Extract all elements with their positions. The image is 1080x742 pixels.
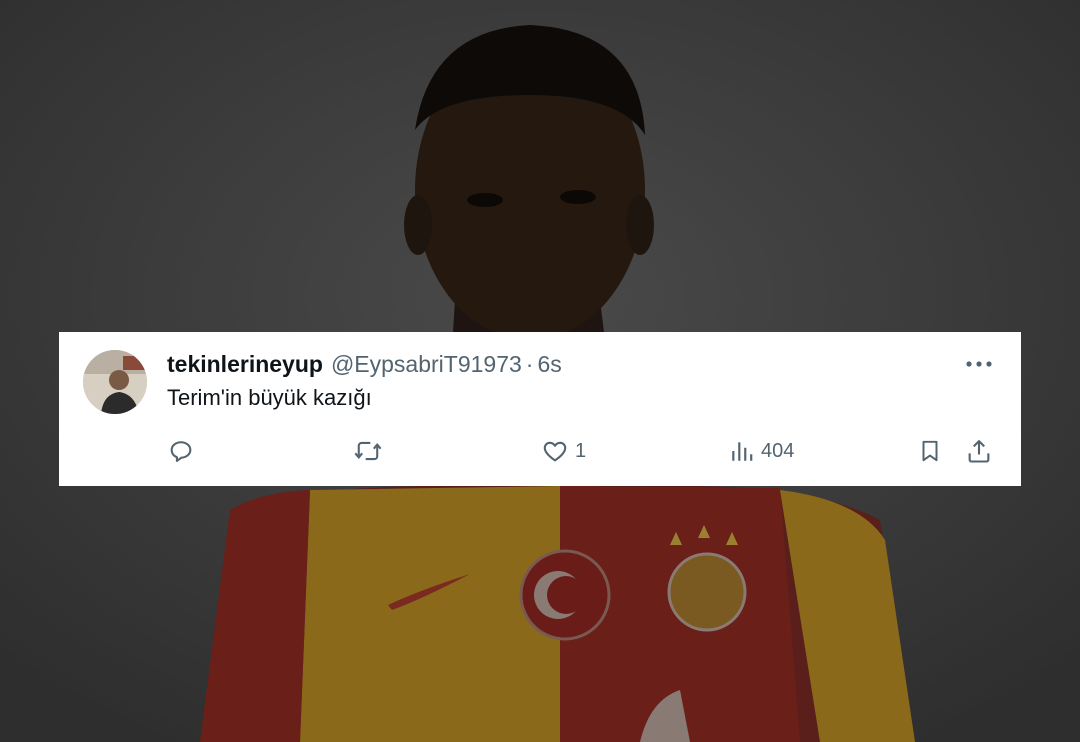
views-button[interactable]: 404 bbox=[729, 436, 794, 466]
retweet-icon bbox=[354, 441, 382, 461]
tweet-header: tekinlerineyup @EypsabriT91973 · 6s bbox=[167, 350, 562, 378]
share-button[interactable] bbox=[965, 436, 993, 466]
tweet-actions: 1 404 bbox=[59, 436, 1021, 466]
reply-icon bbox=[170, 441, 192, 462]
views-icon bbox=[732, 442, 753, 461]
user-handle[interactable]: @EypsabriT91973 bbox=[331, 350, 522, 378]
tweet-card[interactable]: tekinlerineyup @EypsabriT91973 · 6s Teri… bbox=[59, 332, 1021, 486]
more-options-button[interactable] bbox=[963, 352, 995, 376]
bookmark-icon bbox=[922, 440, 938, 462]
separator-dot: · bbox=[525, 351, 534, 377]
heart-icon bbox=[543, 441, 567, 462]
avatar[interactable] bbox=[83, 350, 147, 414]
avatar-image bbox=[83, 350, 147, 414]
bookmark-button[interactable] bbox=[917, 436, 943, 466]
screenshot-stage: tekinlerineyup @EypsabriT91973 · 6s Teri… bbox=[0, 0, 1080, 742]
views-count: 404 bbox=[761, 439, 795, 462]
reply-button[interactable] bbox=[167, 436, 201, 466]
more-icon bbox=[966, 361, 992, 367]
tweet-text: Terim'in büyük kazığı bbox=[167, 385, 372, 410]
like-button[interactable]: 1 bbox=[541, 436, 586, 466]
retweet-button[interactable] bbox=[353, 436, 389, 466]
share-icon bbox=[968, 440, 990, 463]
timestamp[interactable]: 6s bbox=[537, 350, 561, 378]
like-count: 1 bbox=[575, 439, 587, 462]
display-name[interactable]: tekinlerineyup bbox=[167, 350, 323, 378]
